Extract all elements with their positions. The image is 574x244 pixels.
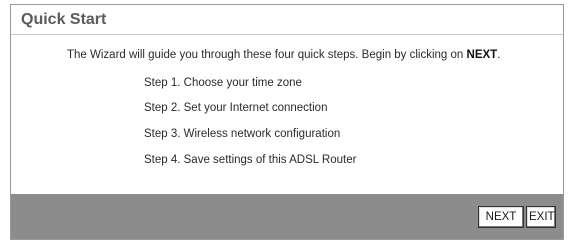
intro-period: . bbox=[497, 49, 501, 61]
step-2: Step 2. Set your Internet connection bbox=[144, 102, 328, 114]
page-title: Quick Start bbox=[21, 11, 107, 28]
button-bar: NEXT EXIT bbox=[11, 194, 563, 239]
exit-button[interactable]: EXIT bbox=[526, 206, 556, 228]
intro-next-keyword: NEXT bbox=[466, 49, 498, 61]
next-button[interactable]: NEXT bbox=[478, 206, 524, 228]
quick-start-panel: Quick Start The Wizard will guide you th… bbox=[10, 4, 564, 240]
step-4: Step 4. Save settings of this ADSL Route… bbox=[144, 154, 357, 166]
intro-text-main: The Wizard will guide you through these … bbox=[67, 49, 467, 61]
step-1: Step 1. Choose your time zone bbox=[144, 77, 302, 89]
step-3: Step 3. Wireless network configuration bbox=[144, 128, 341, 140]
title-divider bbox=[11, 34, 563, 35]
intro-text: The Wizard will guide you through these … bbox=[67, 49, 500, 61]
